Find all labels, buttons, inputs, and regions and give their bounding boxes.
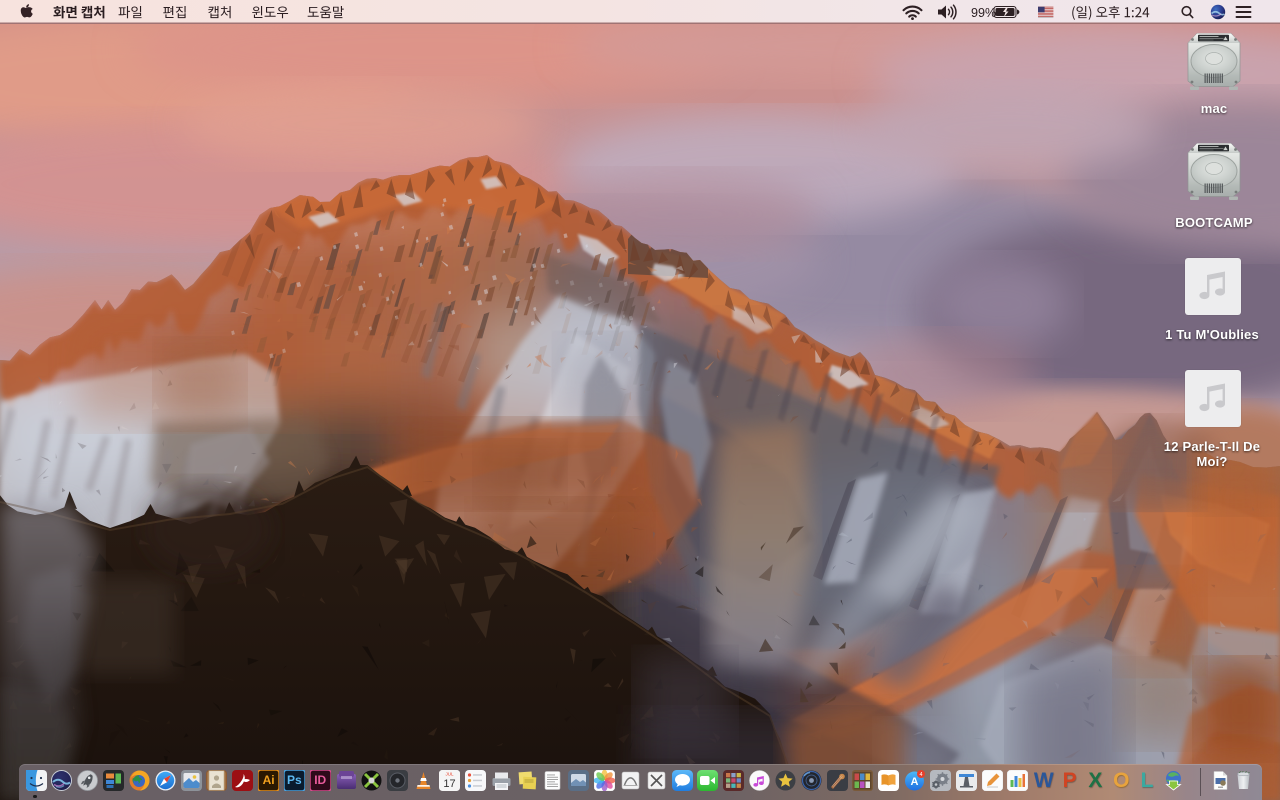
svg-text:A: A — [911, 776, 919, 788]
svg-text:4: 4 — [920, 772, 923, 778]
svg-text:JUL: JUL — [445, 772, 453, 777]
svg-text:99%: 99% — [971, 6, 996, 20]
svg-text:17: 17 — [443, 778, 455, 790]
